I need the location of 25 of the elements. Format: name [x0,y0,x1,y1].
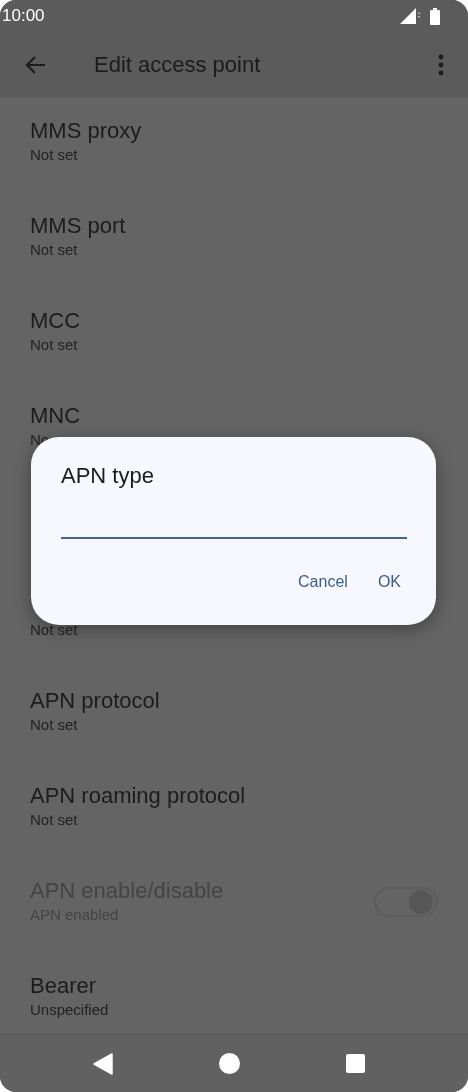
setting-value: Unspecified [30,1000,109,1020]
setting-value: Not set [30,810,78,830]
signal-icon [400,8,422,24]
home-icon[interactable] [219,1053,240,1074]
screen-title: Edit access point [94,51,262,78]
more-options-icon[interactable] [438,53,444,76]
setting-value: Not set [30,240,78,260]
dialog-button[interactable]: Cancel [286,565,360,599]
setting-title: MCC [30,307,81,335]
setting-title: Bearer [30,972,97,1000]
setting-title: APN roaming protocol [30,782,246,810]
setting-value: Not set [30,620,78,640]
back-icon[interactable] [93,1052,113,1075]
dialog-title: APN type [61,463,154,489]
setting-value: Not set [30,715,78,735]
battery-icon [430,7,440,25]
setting-value: Not set [30,145,78,165]
setting-title: MMS proxy [30,117,142,145]
setting-title: MMS port [30,212,126,240]
setting-title: APN protocol [30,687,160,715]
back-arrow-icon[interactable] [24,54,46,75]
setting-value: Not set [30,335,78,355]
dialog-button[interactable]: OK [365,565,413,599]
status-time: 10:00 [2,6,45,26]
setting-title: MNC [30,402,81,430]
